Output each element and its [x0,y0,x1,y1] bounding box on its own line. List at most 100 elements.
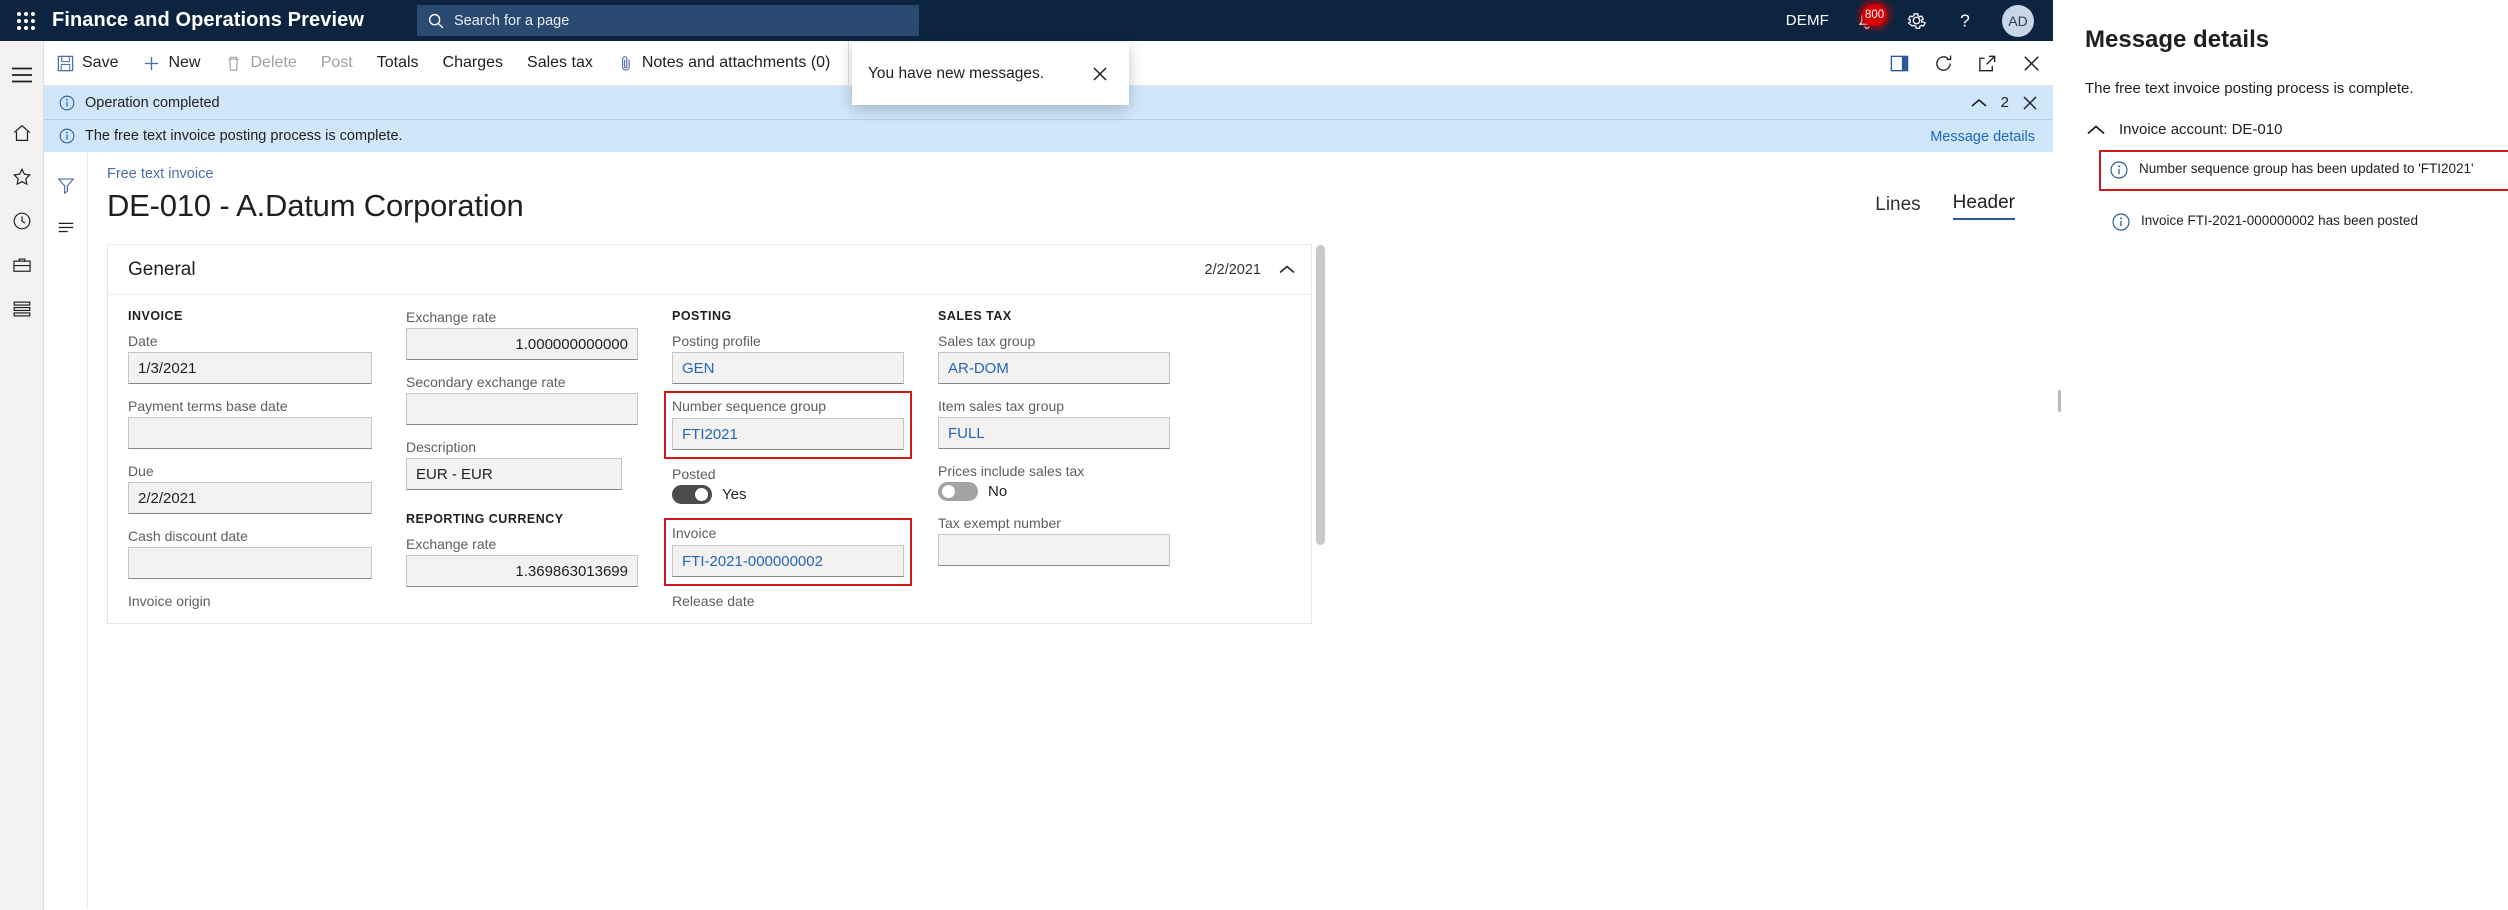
panel-title: Message details [2085,26,2270,53]
gear-icon [1907,13,1927,29]
column-posting: POSTING Posting profile GEN Number seque… [652,309,918,623]
column-sales-tax: SALES TAX Sales tax group AR-DOM Item sa… [918,309,1184,623]
field-invoice-origin: Invoice origin [128,593,372,609]
panel-group-header[interactable]: Invoice account: DE-010 [2085,121,2508,138]
field-tax-exempt-number-input[interactable] [938,534,1170,566]
form-scrollbar-thumb[interactable] [1316,245,1325,545]
panel-toggle-button[interactable] [1877,41,1921,86]
field-description-input[interactable]: EUR - EUR [406,458,622,490]
settings-button[interactable] [1894,0,1939,41]
show-list-button[interactable] [44,206,88,248]
trash-icon [228,56,240,71]
app-launcher-waffle-icon[interactable] [0,11,52,30]
field-sales-tax-group-input[interactable]: AR-DOM [938,352,1170,384]
field-sales-tax-group-label: Sales tax group [938,333,1036,349]
recent-button[interactable] [0,199,44,243]
filter-button[interactable] [44,164,88,206]
field-date-label: Date [128,333,158,349]
chevron-up-icon[interactable] [1277,263,1297,276]
field-posting-profile-input[interactable]: GEN [672,352,904,384]
prices-include-sales-tax-toggle[interactable] [938,482,978,501]
posted-toggle-value: Yes [722,486,747,503]
message-bar-close-icon[interactable] [2021,94,2039,112]
list-lines-icon [58,222,74,233]
navigation-rail [0,41,44,910]
panel-group-label: Invoice account: DE-010 [2119,121,2283,138]
toast-close-button[interactable] [1087,61,1113,87]
sales-tax-button[interactable]: Sales tax [515,41,605,85]
search-input[interactable]: Search for a page [417,5,919,36]
field-release-date: Release date [672,593,904,609]
home-button[interactable] [0,111,44,155]
hamburger-icon [12,67,32,83]
totals-label: Totals [376,54,419,71]
general-fasttab-header[interactable]: General 2/2/2021 [108,245,1311,295]
briefcase-icon [13,258,31,272]
hamburger-menu-button[interactable] [0,53,44,97]
field-item-sales-tax-group-label: Item sales tax group [938,398,1065,414]
message-details-panel: Message details The free text invoice po… [2065,0,2508,910]
save-button[interactable]: Save [44,41,130,85]
breadcrumb[interactable]: Free text invoice [107,166,2053,182]
general-title: General [128,258,196,280]
new-button[interactable]: New [130,41,212,85]
field-posted: Posted Yes [672,466,904,504]
field-number-sequence-group-label: Number sequence group [672,398,827,414]
field-due-input[interactable]: 2/2/2021 [128,482,372,514]
field-secondary-exchange-rate: Secondary exchange rate [406,374,638,425]
form-scrollbar[interactable] [1316,245,1325,545]
notifications-button[interactable]: 800 [1844,0,1890,41]
info-icon [59,95,75,110]
panel-splitter[interactable] [2053,0,2065,910]
message-details-link[interactable]: Message details [1930,120,2035,153]
tab-header[interactable]: Header [1952,192,2015,220]
field-item-sales-tax-group-input[interactable]: FULL [938,417,1170,449]
field-date-input[interactable]: 1/3/2021 [128,352,372,384]
field-sales-tax-group: Sales tax group AR-DOM [938,333,1170,384]
tab-lines[interactable]: Lines [1875,194,1920,220]
field-number-sequence-group-input[interactable]: FTI2021 [672,418,904,450]
field-payment-terms-base-date: Payment terms base date [128,398,372,449]
charges-button[interactable]: Charges [431,41,515,85]
field-cash-discount-date-label: Cash discount date [128,528,248,544]
main-application: Finance and Operations Preview Search fo… [0,0,2053,910]
field-number-sequence-group-highlight: Number sequence group FTI2021 [664,391,912,459]
search-icon [428,13,444,28]
close-page-button[interactable] [2009,41,2053,86]
workspaces-button[interactable] [0,243,44,287]
modules-button[interactable] [0,287,44,331]
question-mark-icon: ? [1960,10,1970,30]
company-selector[interactable]: DEMF [1775,0,1840,41]
refresh-button[interactable] [1921,41,1965,86]
totals-button[interactable]: Totals [365,41,431,85]
notes-and-attachments-button[interactable]: Notes and attachments (0) [605,41,843,85]
field-posting-profile: Posting profile GEN [672,333,904,384]
field-posting-profile-label: Posting profile [672,333,761,349]
field-cash-discount-date-input[interactable] [128,547,372,579]
general-columns: INVOICE Date 1/3/2021 Payment terms base… [108,295,1311,623]
splitter-grip[interactable] [2058,390,2061,412]
chevron-up-icon[interactable] [1969,96,1989,110]
chevron-up-icon[interactable] [2085,123,2107,137]
toolbar-right-icons [1877,41,2053,86]
user-account-button[interactable]: AD [1991,0,2045,41]
field-payment-terms-base-date-input[interactable] [128,417,372,449]
field-secondary-exchange-rate-label: Secondary exchange rate [406,374,566,390]
delete-button: Delete [212,41,308,85]
field-secondary-exchange-rate-input[interactable] [406,393,638,425]
page-area: Free text invoice DE-010 - A.Datum Corpo… [44,152,2053,909]
info-icon [59,128,75,144]
page-header: Free text invoice DE-010 - A.Datum Corpo… [88,152,2053,230]
field-reporting-exchange-rate-input[interactable]: 1.369863013699 [406,555,638,587]
field-exchange-rate-input[interactable]: 1.000000000000 [406,328,638,360]
message-bar-detail-text: The free text invoice posting process is… [85,128,403,144]
field-prices-include-sales-tax-label: Prices include sales tax [938,463,1085,479]
help-button[interactable]: ? [1943,0,1987,41]
group-label-posting: POSTING [672,309,732,323]
open-in-new-window-button[interactable] [1965,41,2009,86]
field-invoice-input[interactable]: FTI-2021-000000002 [672,545,904,577]
favorites-button[interactable] [0,155,44,199]
posted-toggle[interactable] [672,485,712,504]
post-button: Post [309,41,365,85]
info-icon [2110,161,2128,179]
